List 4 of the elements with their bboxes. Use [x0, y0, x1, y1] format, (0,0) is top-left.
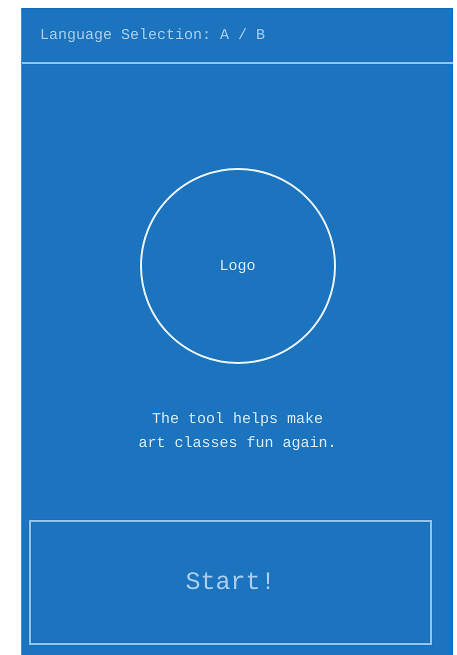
start-button[interactable]: Start! [29, 520, 432, 645]
tagline: The tool helps make art classes fun again. [138, 410, 337, 454]
header-title[interactable]: Language Selection: A / B [40, 26, 266, 44]
logo-label: Logo [219, 258, 256, 274]
